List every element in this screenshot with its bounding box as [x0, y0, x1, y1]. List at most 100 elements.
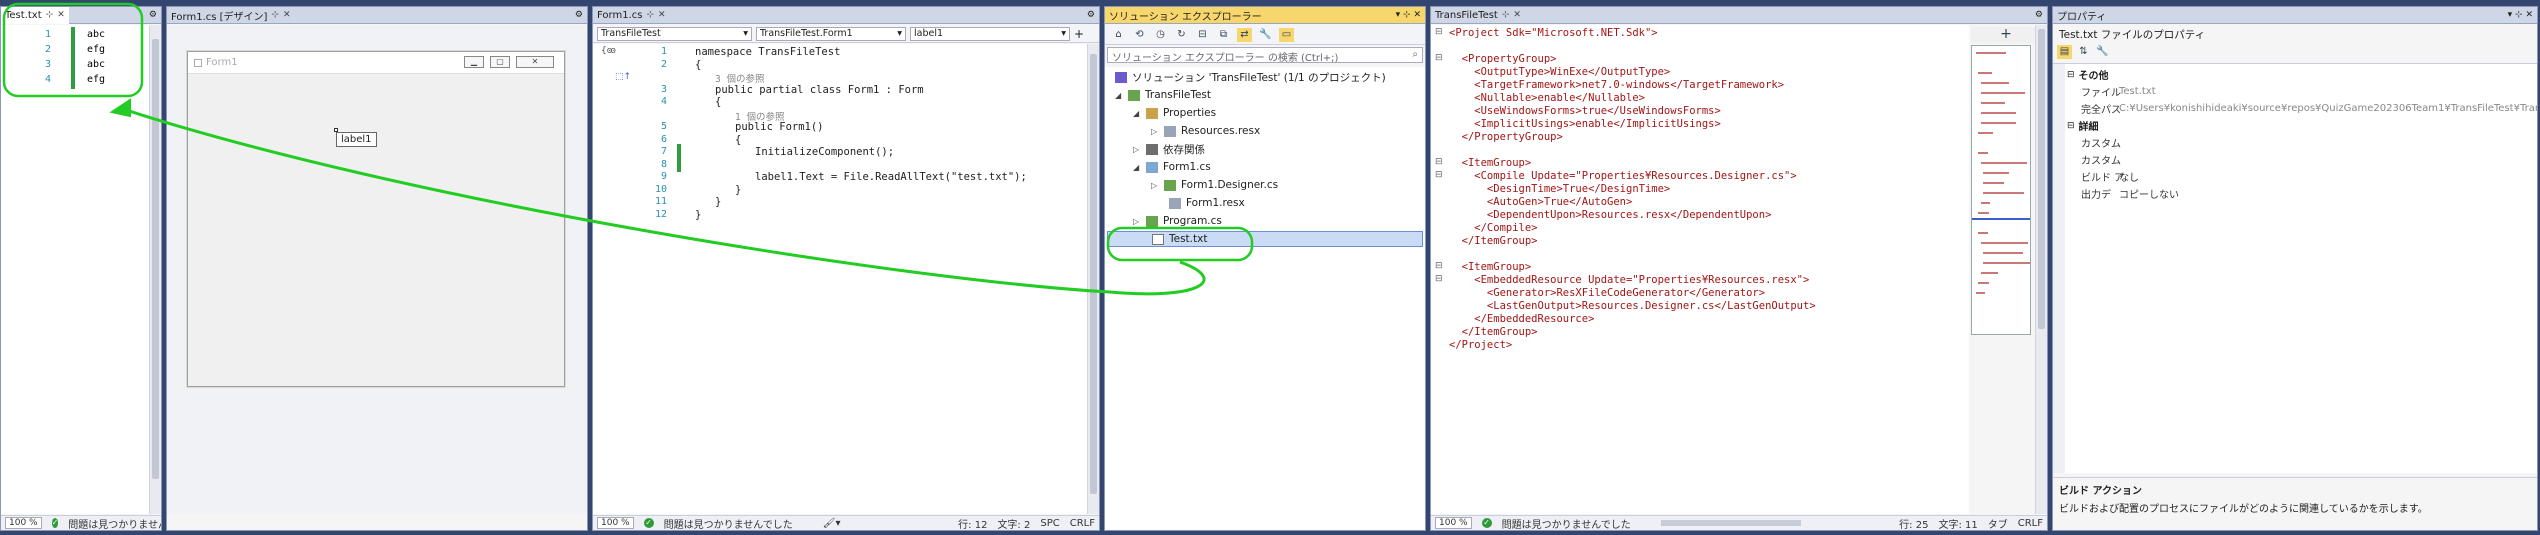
expand-arrow-icon[interactable]: ◢ [1133, 109, 1141, 118]
pin-icon[interactable]: ⊹ [1502, 10, 1510, 20]
property-row[interactable]: カスタム [2053, 134, 2537, 151]
refresh-icon[interactable]: ↻ [1174, 28, 1189, 42]
tree-node-program[interactable]: ▷ Program.cs [1133, 213, 1222, 229]
zoom-select[interactable]: 100 % [5, 517, 42, 529]
pin-icon[interactable]: ⊹ [46, 10, 54, 20]
label1-control[interactable]: label1 [336, 132, 377, 147]
tree-node-resources[interactable]: ▷ Resources.resx [1151, 123, 1260, 139]
zoom-select[interactable]: 100 % [597, 517, 634, 529]
minimap-line [1978, 212, 1990, 214]
collapse-icon[interactable]: ⊟ [1195, 28, 1210, 42]
categorized-icon[interactable]: ▤ [2057, 45, 2072, 59]
tab-form1-designer[interactable]: Form1.cs [デザイン] ⊹ ✕ [167, 7, 295, 24]
form1-window[interactable]: Form1 ▁ ▢ ✕ label1 [187, 51, 565, 387]
project-dropdown[interactable]: TransFileTest ▾ [597, 26, 752, 41]
line-ending-indicator[interactable]: CRLF [2018, 518, 2043, 529]
gear-icon[interactable]: ⚙ [2035, 10, 2047, 20]
close-icon[interactable]: ✕ [57, 10, 65, 20]
pin-icon[interactable]: ▾ ⊹ ✕ [2508, 10, 2537, 20]
home-icon[interactable]: ⌂ [1111, 28, 1126, 42]
close-icon[interactable]: ✕ [283, 10, 291, 20]
horizontal-scrollbar[interactable] [1660, 520, 1801, 526]
gear-icon[interactable]: ⚙ [575, 10, 587, 20]
vertical-scrollbar[interactable] [149, 25, 161, 514]
property-row[interactable]: 完全パス C:¥Users¥konishihideaki¥source¥repos… [2053, 100, 2537, 117]
fold-toggle-icon[interactable]: ⊟ [1435, 27, 1443, 37]
zoom-select[interactable]: 100 % [1435, 517, 1472, 529]
close-icon[interactable]: ✕ [1513, 10, 1521, 20]
line-ending-indicator[interactable]: CRLF [1070, 518, 1095, 529]
tab-properties[interactable]: プロパティ [2053, 7, 2110, 24]
fold-toggle-icon[interactable]: ⊟ [1435, 170, 1443, 180]
whitespace-indicator[interactable]: SPC [1040, 518, 1059, 529]
line-number: 4 [660, 96, 667, 107]
tree-node-form1[interactable]: ◢ Form1.cs [1133, 159, 1211, 175]
tree-node-test-txt[interactable]: Test.txt [1107, 231, 1423, 247]
property-row[interactable]: ファイル Test.txt [2053, 83, 2537, 100]
brush-icon[interactable]: 🖌▾ [823, 518, 841, 529]
vertical-scrollbar[interactable] [2035, 25, 2047, 514]
tree-node-project[interactable]: ◢ TransFileTest [1115, 87, 1211, 103]
property-row[interactable]: 出力デ コピーしない [2053, 185, 2537, 202]
expand-arrow-icon[interactable]: ▷ [1151, 181, 1159, 190]
tree-node-form1-resx[interactable]: Form1.resx [1169, 195, 1245, 211]
gear-icon[interactable]: ⚙ [149, 10, 161, 20]
member-dropdown[interactable]: label1 ▾ [910, 26, 1070, 41]
preview-icon[interactable]: ▭ [1279, 27, 1294, 42]
tab-test-txt[interactable]: Test.txt ⊹ ✕ [1, 7, 69, 24]
fold-toggle-icon[interactable]: ⊟ [1435, 261, 1443, 271]
alphabetical-icon[interactable]: ⇅ [2076, 45, 2091, 59]
property-row[interactable]: ビルド アなし [2053, 168, 2537, 185]
text-editor[interactable]: 1 abc 2 efg 3 abc 4 efg [1, 25, 149, 514]
pin-icon[interactable]: ⊹ [271, 10, 279, 20]
add-icon[interactable]: + [1971, 27, 2041, 43]
design-surface[interactable]: Form1 ▁ ▢ ✕ label1 [167, 25, 587, 514]
expand-arrow-icon[interactable]: ▷ [1133, 145, 1141, 154]
class-dropdown[interactable]: TransFileTest.Form1 ▾ [756, 26, 906, 41]
code-minimap[interactable] [1971, 45, 2031, 335]
history-icon[interactable]: ◷ [1153, 28, 1168, 42]
sync-icon[interactable]: ⟲ [1132, 28, 1147, 42]
collapse-icon[interactable]: ⊟ [2065, 121, 2075, 131]
quick-action-icon[interactable]: {ꙭ [601, 46, 616, 56]
xml-code-area[interactable]: <Project Sdk="Microsoft.NET.Sdk"> ⊟ <Prop… [1431, 25, 1969, 514]
codelens-icon[interactable]: ⬚↑ [615, 72, 631, 82]
collapse-icon[interactable]: ⊟ [2065, 70, 2075, 80]
property-row[interactable]: カスタム [2053, 151, 2537, 168]
pending-changes-icon[interactable]: ⇄ [1237, 27, 1252, 42]
tree-node-dependencies[interactable]: ▷ 依存関係 [1133, 141, 1205, 157]
show-all-icon[interactable]: ⧉ [1216, 28, 1231, 42]
properties-object-header[interactable]: Test.txt ファイルのプロパティ [2053, 25, 2537, 41]
text-line: abc [87, 59, 106, 70]
selection-handle[interactable] [334, 128, 338, 132]
tree-node-properties[interactable]: ◢ Properties [1133, 105, 1216, 121]
xml-line: <DesignTime>True</DesignTime> [1449, 183, 1671, 195]
tab-form1-cs[interactable]: Form1.cs ⊹ ✕ [593, 7, 670, 24]
pin-icon[interactable]: ⊹ [646, 10, 654, 20]
pin-icon[interactable]: ▾ ⊹ ✕ [1396, 10, 1425, 20]
tree-node-form1-designer[interactable]: ▷ Form1.Designer.cs [1151, 177, 1278, 193]
property-category[interactable]: ⊟ 詳細 [2053, 117, 2537, 134]
tree-node-solution[interactable]: ソリューション 'TransFileTest' (1/1 のプロジェクト) [1115, 69, 1386, 85]
category-label: 詳細 [2078, 122, 2099, 133]
fold-toggle-icon[interactable]: ⊟ [1435, 53, 1443, 63]
minimap-viewport [1972, 218, 2030, 220]
tab-project-file[interactable]: TransFileTest ⊹ ✕ [1431, 7, 1525, 24]
property-category[interactable]: ⊟ その他 [2053, 66, 2537, 83]
expand-arrow-icon[interactable]: ▷ [1151, 127, 1159, 136]
fold-toggle-icon[interactable]: ⊟ [1435, 274, 1443, 284]
add-icon[interactable]: + [1074, 27, 1084, 41]
close-icon[interactable]: ✕ [658, 10, 666, 20]
fold-toggle-icon[interactable]: ⊟ [1435, 157, 1443, 167]
vertical-scrollbar[interactable] [1087, 44, 1099, 514]
expand-arrow-icon[interactable]: ◢ [1133, 163, 1141, 172]
code-area[interactable]: 1 namespace TransFileTest 2{3 個の参照 3 public … [593, 44, 1099, 514]
expand-arrow-icon[interactable]: ▷ [1133, 217, 1141, 226]
whitespace-indicator[interactable]: タブ [1988, 516, 2008, 531]
expand-arrow-icon[interactable]: ◢ [1115, 91, 1123, 100]
solution-search-input[interactable]: ソリューション エクスプローラー の検索 (Ctrl+;) ⌕ [1107, 47, 1423, 64]
wrench-icon[interactable]: 🔧 [1258, 28, 1273, 42]
gear-icon[interactable]: ⚙ [1087, 10, 1099, 20]
tab-solution-explorer[interactable]: ソリューション エクスプローラー [1105, 7, 1266, 24]
property-pages-icon[interactable]: 🔧 [2095, 45, 2110, 59]
